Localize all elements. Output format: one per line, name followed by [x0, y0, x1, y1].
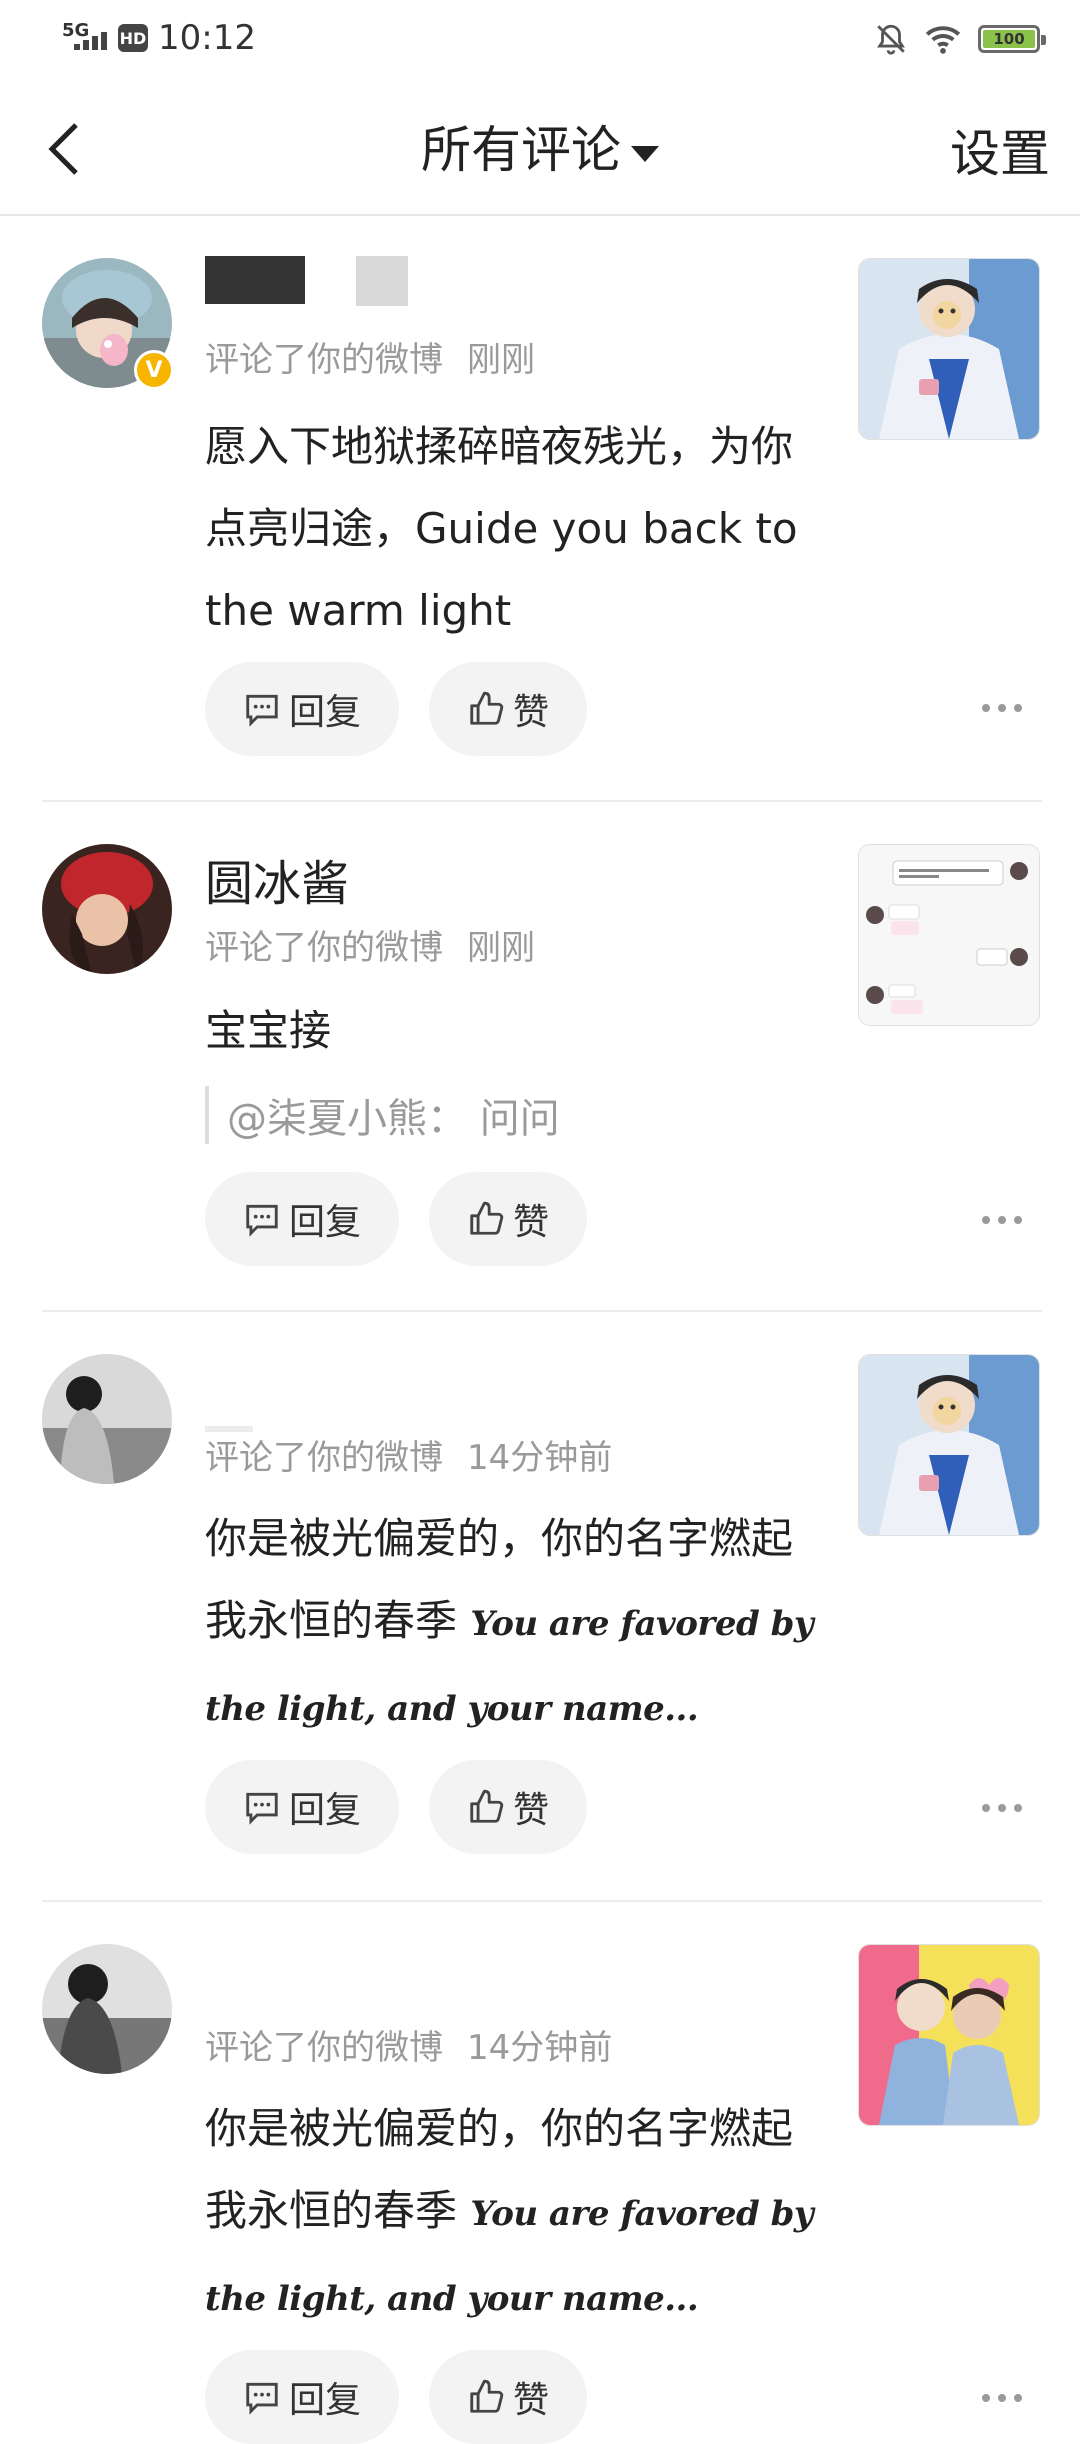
comment-meta: 评论了你的微博 14分钟前 [205, 2020, 612, 2069]
avatar[interactable] [42, 844, 172, 974]
thumbs-up-icon [470, 1201, 504, 1235]
reply-label: 回复 [289, 692, 362, 733]
nav-bar: 所有评论 设置 [0, 84, 1080, 216]
comment-text: 愿入下地狱揉碎暗夜残光，为你点亮归途，Guide you back to the… [205, 422, 798, 635]
reply-button[interactable]: 回复 [205, 2350, 400, 2444]
thumbs-up-icon [470, 2379, 504, 2413]
comment-meta: 评论了你的微博 14分钟前 [205, 1430, 612, 1479]
username-redacted [205, 256, 305, 304]
comment-meta: 评论了你的微博 刚刚 [205, 332, 535, 381]
more-options-button[interactable] [982, 1798, 1022, 1818]
action-text: 评论了你的微博 [205, 928, 443, 968]
comment-text: 宝宝接 [205, 1006, 332, 1055]
hd-icon: HD [118, 24, 148, 52]
username[interactable]: 圆冰酱 [205, 844, 349, 914]
like-label: 赞 [513, 1202, 550, 1243]
comment-text: 你是被光偏爱的，你的名字燃起我永恒的春季 You are favored by … [205, 2088, 825, 2340]
comment-text: 你是被光偏爱的，你的名字燃起我永恒的春季 You are favored by … [205, 1498, 825, 1750]
comment-item: 评论了你的微博 14分钟前 你是被光偏爱的，你的名字燃起我永恒的春季 You ar… [0, 1312, 1080, 1902]
comment-item: 圆冰酱 评论了你的微博 刚刚 宝宝接 @柒夏小熊： 问问 回复 赞 [0, 802, 1080, 1312]
thumbs-up-icon [470, 1789, 504, 1823]
timestamp: 刚刚 [467, 928, 535, 968]
reply-button[interactable]: 回复 [205, 662, 400, 756]
action-text: 评论了你的微博 [205, 340, 443, 380]
verified-badge-icon: V [134, 350, 174, 390]
like-button[interactable]: 赞 [429, 1760, 588, 1854]
reply-label: 回复 [289, 1202, 362, 1243]
avatar[interactable] [42, 1354, 172, 1484]
timestamp: 14分钟前 [467, 1438, 613, 1478]
more-options-button[interactable] [982, 1210, 1022, 1230]
timestamp: 14分钟前 [467, 2028, 613, 2068]
comment-filter-dropdown[interactable]: 所有评论 [0, 110, 1080, 182]
comment-meta: 评论了你的微博 刚刚 [205, 920, 535, 969]
reply-label: 回复 [289, 1790, 362, 1831]
settings-button[interactable]: 设置 [950, 114, 1050, 186]
weibo-thumbnail[interactable] [858, 844, 1040, 1026]
reply-button[interactable]: 回复 [205, 1760, 400, 1854]
more-options-button[interactable] [982, 698, 1022, 718]
like-label: 赞 [513, 1790, 550, 1831]
comment-icon [246, 1792, 278, 1825]
weibo-thumbnail[interactable] [858, 1944, 1040, 2126]
comment-icon [246, 2382, 278, 2415]
status-time: 10:12 [158, 18, 256, 58]
comment-icon [246, 694, 278, 727]
comment-item: V 评论了你的微博 刚刚 愿入下地狱揉碎暗夜残光，为你点亮归途，Guide you… [0, 214, 1080, 802]
battery-icon: 100 [978, 25, 1046, 53]
reply-label: 回复 [289, 2380, 362, 2421]
page-title: 所有评论 [421, 121, 621, 179]
comment-item: 评论了你的微博 14分钟前 你是被光偏爱的，你的名字燃起我永恒的春季 You ar… [0, 1902, 1080, 2444]
status-bar: 5G HD 10:12 100 [0, 0, 1080, 84]
signal-icon: 5G [62, 18, 108, 58]
caret-down-icon [631, 145, 659, 162]
thumbs-up-icon [470, 691, 504, 725]
avatar[interactable] [42, 1944, 172, 2074]
action-text: 评论了你的微博 [205, 2028, 443, 2068]
weibo-thumbnail[interactable] [858, 258, 1040, 440]
username-redacted [356, 256, 408, 306]
weibo-thumbnail[interactable] [858, 1354, 1040, 1536]
like-button[interactable]: 赞 [429, 2350, 588, 2444]
battery-level: 100 [983, 30, 1035, 48]
more-options-button[interactable] [982, 2388, 1022, 2408]
reply-button[interactable]: 回复 [205, 1172, 400, 1266]
like-button[interactable]: 赞 [429, 662, 588, 756]
like-label: 赞 [513, 2380, 550, 2421]
comment-icon [246, 1204, 278, 1237]
quoted-comment[interactable]: @柒夏小熊： 问问 [205, 1086, 560, 1144]
timestamp: 刚刚 [467, 340, 535, 380]
action-text: 评论了你的微博 [205, 1438, 443, 1478]
wifi-icon [925, 26, 961, 54]
like-button[interactable]: 赞 [429, 1172, 588, 1266]
like-label: 赞 [513, 692, 550, 733]
mute-bell-icon [877, 24, 905, 55]
